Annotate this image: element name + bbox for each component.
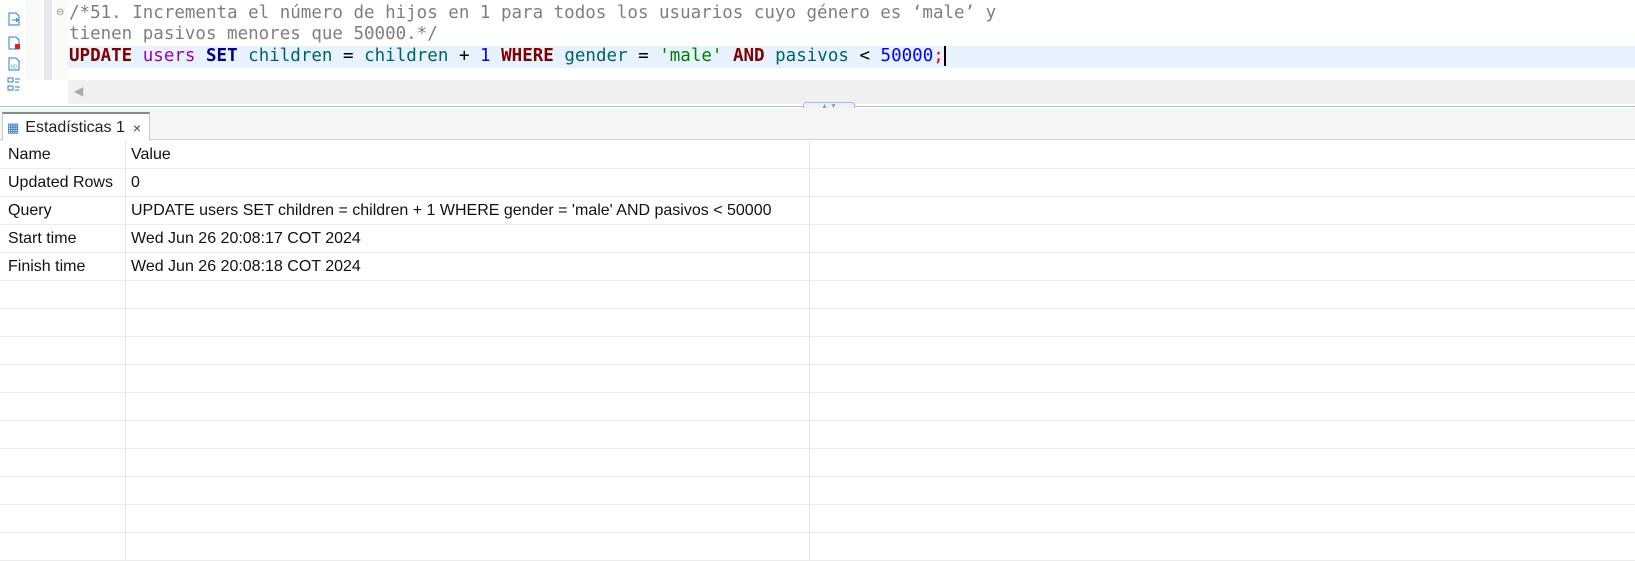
operator: = [638, 46, 649, 66]
cell-name: Query [0, 197, 126, 224]
operator: + [458, 46, 470, 66]
table-name: users [142, 46, 196, 66]
empty-row [0, 393, 1635, 421]
cell-value: Wed Jun 26 20:08:17 COT 2024 [126, 225, 810, 252]
header-name[interactable]: Name [0, 141, 126, 168]
tab-label: Estadísticas 1 [25, 118, 125, 136]
empty-row [0, 365, 1635, 393]
statistics-table: Name Value Updated Rows 0 Query UPDATE user… [0, 141, 1635, 561]
table-icon: ▦ [7, 119, 20, 135]
cell-value: 0 [126, 169, 810, 196]
outline-icon[interactable] [7, 77, 21, 91]
close-icon[interactable]: × [133, 120, 141, 136]
empty-row [0, 477, 1635, 505]
empty-row [0, 449, 1635, 477]
svg-text:(x): (x) [11, 64, 17, 70]
fold-icon[interactable]: ⊖ [56, 7, 64, 18]
empty-row [0, 505, 1635, 533]
comment-line-1: /*51. Incrementa el número de hijos en 1… [69, 3, 997, 23]
tab-estadisticas[interactable]: ▦ Estadísticas 1 × [2, 112, 150, 141]
column-pasivos: pasivos [775, 46, 849, 66]
header-value[interactable]: Value [126, 141, 810, 168]
scroll-left-icon[interactable]: ◀ [74, 84, 83, 98]
table-row[interactable]: Updated Rows 0 [0, 169, 1635, 197]
cell-value: UPDATE users SET children = children + 1… [126, 197, 810, 224]
operator: < [859, 46, 870, 66]
sql-statement-line[interactable]: UPDATE users SET children = children + 1… [68, 46, 1635, 68]
empty-row [0, 533, 1635, 561]
empty-row [0, 309, 1635, 337]
semicolon: ; [933, 46, 944, 66]
cell-value: Wed Jun 26 20:08:18 COT 2024 [126, 253, 810, 280]
cell-name: Updated Rows [0, 169, 126, 196]
cell-name: Start time [0, 225, 126, 252]
sql-editor[interactable]: (x) ⊖ /*51. Incrementa el número de hijo… [0, 0, 1635, 104]
column-gender: gender [564, 46, 628, 66]
table-row[interactable]: Finish time Wed Jun 26 20:08:18 COT 2024 [0, 253, 1635, 281]
keyword-update: UPDATE [69, 46, 133, 66]
operator: = [343, 46, 354, 66]
execute-statement-icon[interactable] [7, 12, 21, 26]
execute-script-icon[interactable] [7, 36, 21, 50]
explain-plan-icon[interactable]: (x) [7, 57, 21, 71]
horizontal-scrollbar[interactable]: ◀ [68, 80, 1635, 104]
number-literal: 50000 [880, 46, 934, 66]
column-children: children [248, 46, 333, 66]
empty-row [0, 421, 1635, 449]
editor-toolbar: (x) [0, 0, 26, 104]
cell-name: Finish time [0, 253, 126, 280]
table-row[interactable]: Start time Wed Jun 26 20:08:17 COT 2024 [0, 225, 1635, 253]
string-literal: 'male' [659, 46, 723, 66]
comment-line-2: tienen pasivos menores que 50000.*/ [69, 24, 438, 44]
table-row[interactable]: Query UPDATE users SET children = childre… [0, 197, 1635, 225]
table-header: Name Value [0, 141, 1635, 169]
keyword-set: SET [206, 46, 238, 66]
keyword-where: WHERE [501, 46, 554, 66]
number-literal: 1 [480, 46, 491, 66]
column-children: children [364, 46, 449, 66]
empty-row [0, 281, 1635, 309]
keyword-and: AND [732, 46, 765, 66]
empty-row [0, 337, 1635, 365]
text-cursor [943, 46, 946, 66]
results-tab-bar: ▦ Estadísticas 1 × [0, 108, 1635, 141]
